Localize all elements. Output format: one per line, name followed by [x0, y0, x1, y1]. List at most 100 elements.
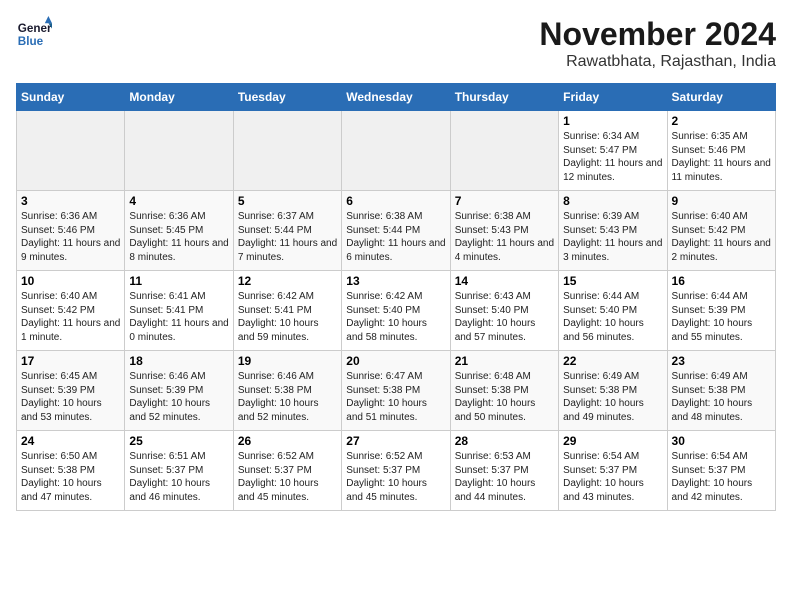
svg-text:General: General: [18, 22, 52, 35]
calendar-day-cell: [17, 111, 125, 191]
calendar-day-cell: [342, 111, 450, 191]
month-title: November 2024: [539, 16, 776, 53]
calendar-table: SundayMondayTuesdayWednesdayThursdayFrid…: [16, 83, 776, 511]
day-number: 19: [238, 354, 337, 368]
day-info: Sunrise: 6:47 AM Sunset: 5:38 PM Dayligh…: [346, 370, 445, 424]
day-info: Sunrise: 6:52 AM Sunset: 5:37 PM Dayligh…: [346, 450, 445, 504]
day-info: Sunrise: 6:39 AM Sunset: 5:43 PM Dayligh…: [563, 210, 662, 264]
day-info: Sunrise: 6:38 AM Sunset: 5:43 PM Dayligh…: [455, 210, 554, 264]
calendar-day-cell: 16 Sunrise: 6:44 AM Sunset: 5:39 PM Dayli…: [667, 271, 775, 351]
calendar-day-cell: 22 Sunrise: 6:49 AM Sunset: 5:38 PM Dayli…: [559, 351, 667, 431]
calendar-day-cell: 20 Sunrise: 6:47 AM Sunset: 5:38 PM Dayli…: [342, 351, 450, 431]
day-number: 27: [346, 434, 445, 448]
calendar-day-cell: [450, 111, 558, 191]
day-number: 7: [455, 194, 554, 208]
day-info: Sunrise: 6:42 AM Sunset: 5:40 PM Dayligh…: [346, 290, 445, 344]
calendar-week-row: 17Sunrise: 6:45 AM Sunset: 5:39 PM Dayli…: [17, 351, 776, 431]
day-info: Sunrise: 6:49 AM Sunset: 5:38 PM Dayligh…: [672, 370, 771, 424]
calendar-day-cell: 10Sunrise: 6:40 AM Sunset: 5:42 PM Dayli…: [17, 271, 125, 351]
day-number: 24: [21, 434, 120, 448]
calendar-week-row: 1 Sunrise: 6:34 AM Sunset: 5:47 PM Daylig…: [17, 111, 776, 191]
day-number: 20: [346, 354, 445, 368]
day-number: 3: [21, 194, 120, 208]
day-info: Sunrise: 6:49 AM Sunset: 5:38 PM Dayligh…: [563, 370, 662, 424]
day-info: Sunrise: 6:43 AM Sunset: 5:40 PM Dayligh…: [455, 290, 554, 344]
day-number: 5: [238, 194, 337, 208]
calendar-day-cell: 25 Sunrise: 6:51 AM Sunset: 5:37 PM Dayli…: [125, 431, 233, 511]
day-info: Sunrise: 6:51 AM Sunset: 5:37 PM Dayligh…: [129, 450, 228, 504]
day-number: 23: [672, 354, 771, 368]
day-number: 18: [129, 354, 228, 368]
calendar-day-cell: 5 Sunrise: 6:37 AM Sunset: 5:44 PM Daylig…: [233, 191, 341, 271]
day-info: Sunrise: 6:46 AM Sunset: 5:38 PM Dayligh…: [238, 370, 337, 424]
calendar-week-row: 24 Sunrise: 6:50 AM Sunset: 5:38 PM Dayli…: [17, 431, 776, 511]
day-number: 22: [563, 354, 662, 368]
location-title: Rawatbhata, Rajasthan, India: [539, 53, 776, 71]
calendar-day-cell: 3 Sunrise: 6:36 AM Sunset: 5:46 PM Daylig…: [17, 191, 125, 271]
calendar-day-cell: 27 Sunrise: 6:52 AM Sunset: 5:37 PM Dayli…: [342, 431, 450, 511]
weekday-header-wednesday: Wednesday: [342, 84, 450, 111]
calendar-day-cell: 23 Sunrise: 6:49 AM Sunset: 5:38 PM Dayli…: [667, 351, 775, 431]
calendar-day-cell: [233, 111, 341, 191]
day-info: Sunrise: 6:44 AM Sunset: 5:39 PM Dayligh…: [672, 290, 771, 344]
day-number: 21: [455, 354, 554, 368]
day-number: 10: [21, 274, 120, 288]
calendar-day-cell: 12 Sunrise: 6:42 AM Sunset: 5:41 PM Dayli…: [233, 271, 341, 351]
day-number: 29: [563, 434, 662, 448]
day-info: Sunrise: 6:37 AM Sunset: 5:44 PM Dayligh…: [238, 210, 337, 264]
day-number: 28: [455, 434, 554, 448]
day-info: Sunrise: 6:45 AM Sunset: 5:39 PM Dayligh…: [21, 370, 120, 424]
title-area: November 2024 Rawatbhata, Rajasthan, Ind…: [539, 16, 776, 71]
weekday-header-saturday: Saturday: [667, 84, 775, 111]
day-info: Sunrise: 6:50 AM Sunset: 5:38 PM Dayligh…: [21, 450, 120, 504]
calendar-day-cell: 28 Sunrise: 6:53 AM Sunset: 5:37 PM Dayli…: [450, 431, 558, 511]
day-info: Sunrise: 6:38 AM Sunset: 5:44 PM Dayligh…: [346, 210, 445, 264]
calendar-day-cell: 7 Sunrise: 6:38 AM Sunset: 5:43 PM Daylig…: [450, 191, 558, 271]
calendar-day-cell: 21 Sunrise: 6:48 AM Sunset: 5:38 PM Dayli…: [450, 351, 558, 431]
day-number: 30: [672, 434, 771, 448]
day-number: 1: [563, 114, 662, 128]
calendar-day-cell: 13 Sunrise: 6:42 AM Sunset: 5:40 PM Dayli…: [342, 271, 450, 351]
day-info: Sunrise: 6:54 AM Sunset: 5:37 PM Dayligh…: [563, 450, 662, 504]
calendar-day-cell: 19 Sunrise: 6:46 AM Sunset: 5:38 PM Dayli…: [233, 351, 341, 431]
calendar-day-cell: 15 Sunrise: 6:44 AM Sunset: 5:40 PM Dayli…: [559, 271, 667, 351]
day-info: Sunrise: 6:44 AM Sunset: 5:40 PM Dayligh…: [563, 290, 662, 344]
calendar-day-cell: 24 Sunrise: 6:50 AM Sunset: 5:38 PM Dayli…: [17, 431, 125, 511]
calendar-week-row: 10Sunrise: 6:40 AM Sunset: 5:42 PM Dayli…: [17, 271, 776, 351]
svg-text:Blue: Blue: [18, 35, 44, 48]
weekday-header-friday: Friday: [559, 84, 667, 111]
logo-icon: General Blue: [16, 16, 52, 52]
calendar-day-cell: 9Sunrise: 6:40 AM Sunset: 5:42 PM Daylig…: [667, 191, 775, 271]
calendar-day-cell: 30 Sunrise: 6:54 AM Sunset: 5:37 PM Dayli…: [667, 431, 775, 511]
day-info: Sunrise: 6:40 AM Sunset: 5:42 PM Dayligh…: [672, 210, 771, 264]
calendar-day-cell: 18 Sunrise: 6:46 AM Sunset: 5:39 PM Dayli…: [125, 351, 233, 431]
weekday-header-monday: Monday: [125, 84, 233, 111]
day-info: Sunrise: 6:53 AM Sunset: 5:37 PM Dayligh…: [455, 450, 554, 504]
day-info: Sunrise: 6:42 AM Sunset: 5:41 PM Dayligh…: [238, 290, 337, 344]
day-number: 15: [563, 274, 662, 288]
weekday-header-thursday: Thursday: [450, 84, 558, 111]
day-number: 16: [672, 274, 771, 288]
day-info: Sunrise: 6:41 AM Sunset: 5:41 PM Dayligh…: [129, 290, 228, 344]
calendar-day-cell: [125, 111, 233, 191]
calendar-day-cell: 1 Sunrise: 6:34 AM Sunset: 5:47 PM Daylig…: [559, 111, 667, 191]
day-number: 2: [672, 114, 771, 128]
calendar-day-cell: 11 Sunrise: 6:41 AM Sunset: 5:41 PM Dayli…: [125, 271, 233, 351]
day-info: Sunrise: 6:48 AM Sunset: 5:38 PM Dayligh…: [455, 370, 554, 424]
day-number: 11: [129, 274, 228, 288]
day-info: Sunrise: 6:54 AM Sunset: 5:37 PM Dayligh…: [672, 450, 771, 504]
calendar-day-cell: 8Sunrise: 6:39 AM Sunset: 5:43 PM Daylig…: [559, 191, 667, 271]
day-number: 25: [129, 434, 228, 448]
day-info: Sunrise: 6:52 AM Sunset: 5:37 PM Dayligh…: [238, 450, 337, 504]
day-info: Sunrise: 6:34 AM Sunset: 5:47 PM Dayligh…: [563, 130, 662, 184]
day-number: 13: [346, 274, 445, 288]
logo: General Blue: [16, 16, 52, 52]
day-number: 12: [238, 274, 337, 288]
day-info: Sunrise: 6:35 AM Sunset: 5:46 PM Dayligh…: [672, 130, 771, 184]
day-info: Sunrise: 6:46 AM Sunset: 5:39 PM Dayligh…: [129, 370, 228, 424]
header: General Blue November 2024 Rawatbhata, R…: [16, 16, 776, 71]
weekday-header-row: SundayMondayTuesdayWednesdayThursdayFrid…: [17, 84, 776, 111]
calendar-week-row: 3 Sunrise: 6:36 AM Sunset: 5:46 PM Daylig…: [17, 191, 776, 271]
day-info: Sunrise: 6:36 AM Sunset: 5:46 PM Dayligh…: [21, 210, 120, 264]
day-info: Sunrise: 6:36 AM Sunset: 5:45 PM Dayligh…: [129, 210, 228, 264]
